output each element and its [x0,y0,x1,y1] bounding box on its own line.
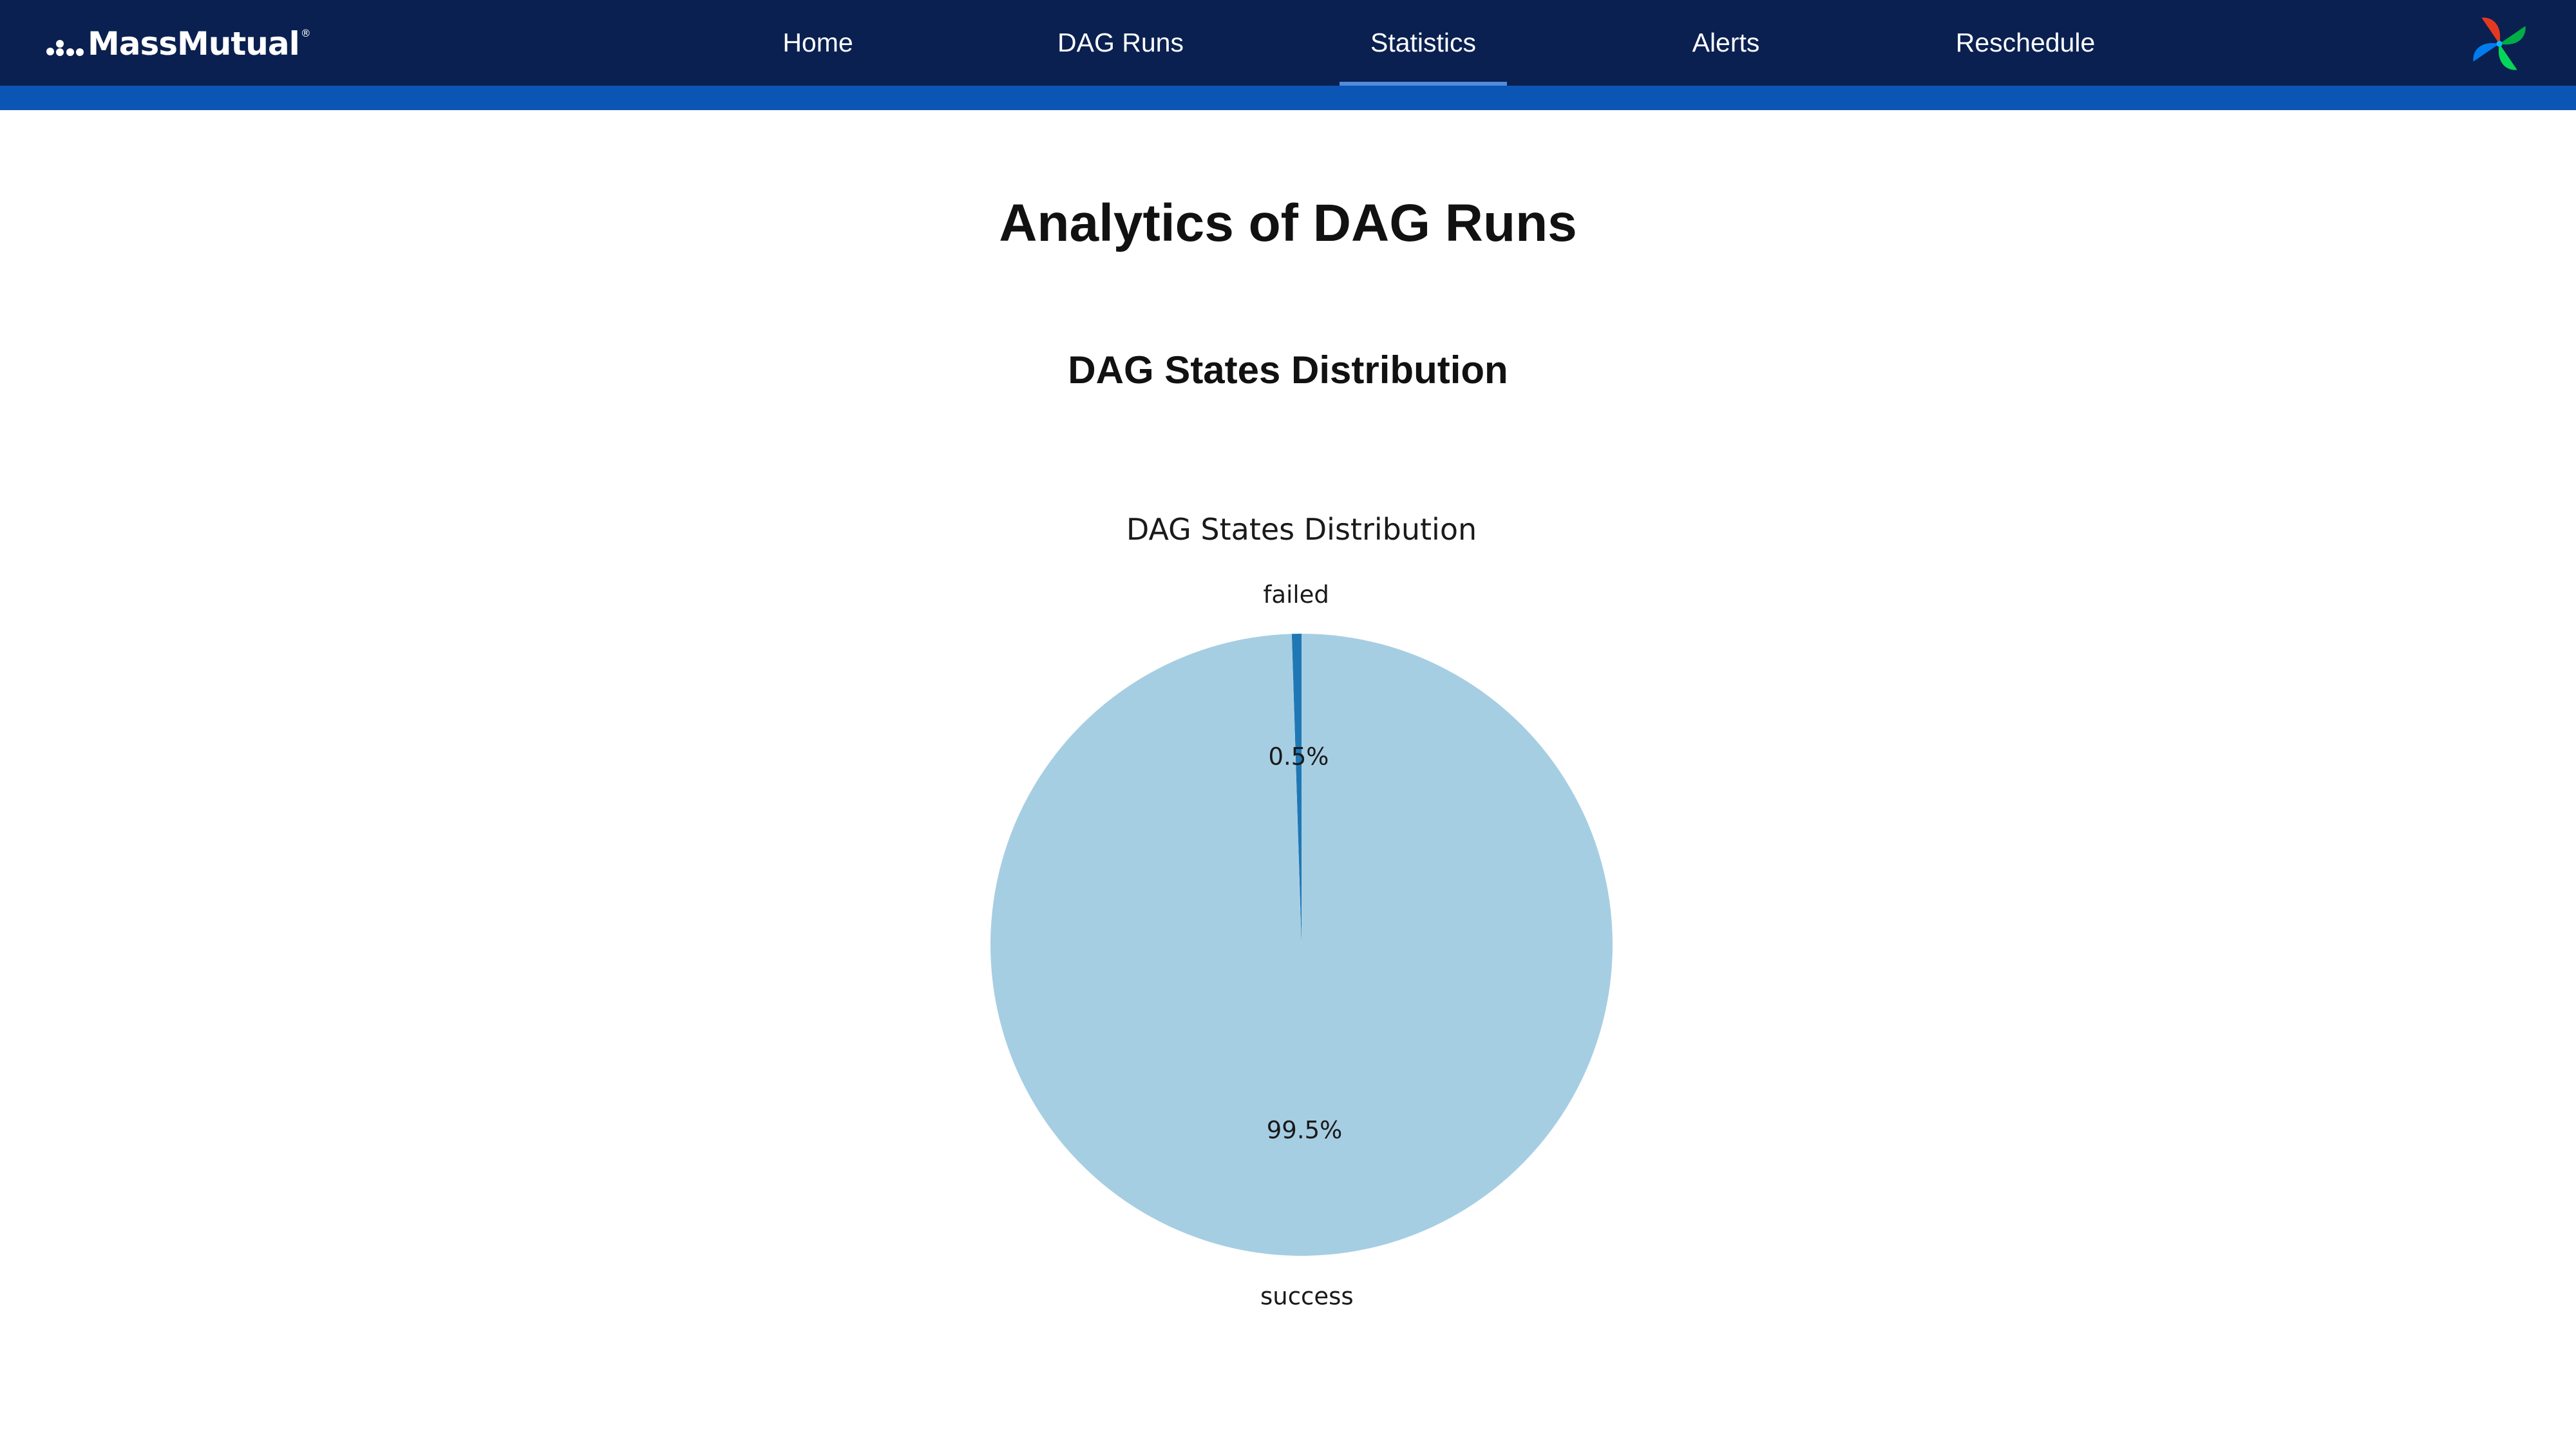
chart-title: DAG States Distribution [1126,512,1477,547]
dag-states-pie-chart: DAG States Distribution failed 0.5% succes… [990,512,1613,1310]
pie-value-label-success: 99.5% [1267,1116,1343,1144]
pie-value-label-failed: 0.5% [1268,743,1329,771]
pie-slices [990,634,1613,1256]
pie-category-label-success: success [1260,1282,1354,1310]
pie-category-label-failed: failed [1263,581,1329,609]
